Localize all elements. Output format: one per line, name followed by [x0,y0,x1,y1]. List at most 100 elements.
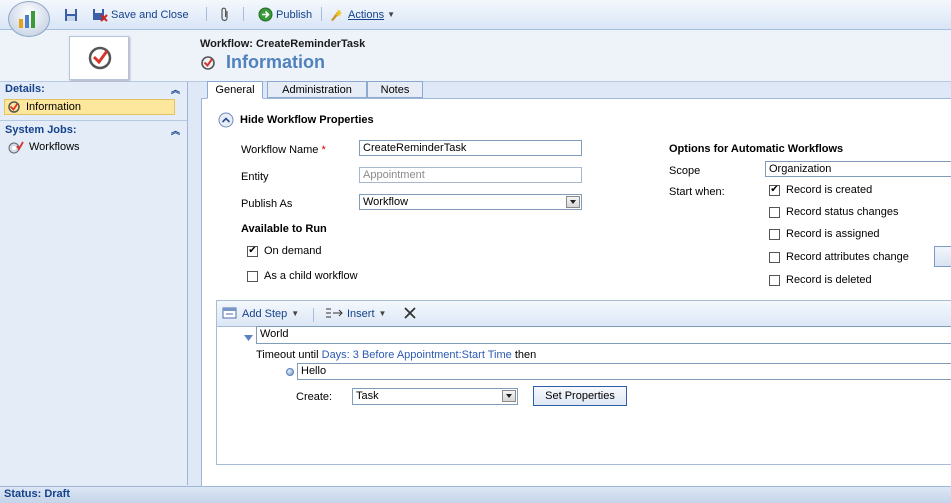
sidebar-item-label: Information [26,101,82,113]
system-jobs-section-header[interactable]: System Jobs: ︽ [0,123,187,138]
add-step-button[interactable]: Add Step ▼ [222,307,299,320]
dropdown-arrow-icon[interactable] [566,196,580,208]
dropdown-arrow-icon[interactable] [502,390,516,402]
tab-general[interactable]: General [207,81,263,99]
record-deleted-label: Record is deleted [786,274,872,286]
app-logo[interactable] [8,1,50,37]
entity-field: Appointment [359,167,582,183]
insert-icon [326,308,343,318]
insert-button[interactable]: Insert ▼ [325,307,386,320]
set-properties-button[interactable]: Set Properties [533,386,627,406]
hide-properties-label: Hide Workflow Properties [240,114,374,126]
tab-label: Administration [282,83,352,96]
add-step-icon [222,307,237,319]
form-header [0,30,951,82]
status-text: Status: Draft [4,488,71,500]
record-assigned-label: Record is assigned [786,228,880,240]
paperclip-icon [221,7,228,22]
timeout-suffix: then [514,349,537,361]
create-entity-select[interactable]: Task [352,388,518,405]
scope-select[interactable]: Organization [765,161,951,177]
logo-icon [19,11,35,28]
tab-label: Notes [380,83,410,96]
workflow-name-label: Workflow Name * [241,144,326,156]
select-attributes-button[interactable] [934,246,951,267]
tab-notes[interactable]: Notes [367,81,423,98]
information-item-icon [8,101,20,113]
available-to-run-label: Available to Run [241,223,327,235]
child-workflow-label: As a child workflow [264,270,358,282]
sidebar-item-information[interactable]: Information [4,99,175,115]
sidebar-divider [0,120,187,121]
status-bar: Status: Draft [0,486,951,503]
actions-menu[interactable]: Actions ▼ [329,6,395,23]
details-section-header[interactable]: Details: ︽ [0,82,187,97]
publish-as-select[interactable]: Workflow [359,194,582,210]
create-entity-value: Task [356,390,379,402]
step-name-field[interactable]: Hello [297,363,951,380]
sidebar-item-label: Workflows [29,141,80,153]
save-and-close-button[interactable]: Save and Close [92,6,189,23]
publish-label: Publish [276,8,313,21]
delete-x-icon [404,307,416,319]
scope-label: Scope [669,165,701,177]
entity-icon-box [69,36,129,80]
chevron-down-icon: ▼ [291,309,300,318]
auto-options-title: Options for Automatic Workflows [669,143,844,155]
record-created-checkbox[interactable]: ✔ [769,184,780,196]
add-step-label: Add Step [242,307,288,320]
timeout-link[interactable]: Days: 3 Before Appointment:Start Time [322,349,512,361]
timeout-condition: Timeout until Days: 3 Before Appointment… [256,349,536,361]
record-attributes-label: Record attributes change [786,251,909,263]
tab-label: General [215,84,255,96]
sidebar-item-workflows[interactable]: Workflows [8,140,80,154]
save-and-close-label: Save and Close [111,8,189,21]
create-label: Create: [296,391,333,403]
save-button[interactable] [64,6,78,23]
hide-properties-toggle[interactable]: Hide Workflow Properties [218,112,374,128]
record-deleted-checkbox[interactable] [769,274,780,286]
step-bullet-icon [286,368,294,376]
workflow-name-field[interactable]: CreateReminderTask [359,140,582,156]
start-created-option[interactable]: ✔ Record is created [769,184,872,196]
page-title: Information [226,52,325,72]
delete-button[interactable] [403,306,417,323]
insert-label: Insert [347,307,375,320]
record-assigned-checkbox[interactable] [769,228,780,240]
publish-icon [258,7,273,22]
stage-name-field[interactable]: World [256,326,951,344]
collapse-icon[interactable]: ︽ [171,124,180,137]
attach-button[interactable] [220,6,230,23]
start-assigned-option[interactable]: Record is assigned [769,228,880,240]
on-demand-label: On demand [264,245,322,257]
record-attributes-checkbox[interactable] [769,251,780,263]
toolbar-separator [243,7,244,21]
start-when-label: Start when: [669,186,725,198]
publish-as-label: Publish As [241,198,293,210]
chevron-down-icon: ▼ [387,10,395,19]
child-workflow-checkbox[interactable] [247,270,258,282]
save-icon [65,8,77,21]
collapse-circle-icon [218,112,234,128]
start-deleted-option[interactable]: Record is deleted [769,274,872,286]
on-demand-option[interactable]: ✔ On demand [247,245,321,257]
child-workflow-option[interactable]: As a child workflow [247,270,358,282]
timeout-prefix: Timeout until [256,349,319,361]
actions-icon [331,9,342,21]
publish-button[interactable]: Publish [258,6,312,23]
on-demand-checkbox[interactable]: ✔ [247,245,258,257]
workflows-icon [8,141,24,154]
chevron-down-icon: ▼ [378,309,387,318]
collapse-icon[interactable]: ︽ [171,83,180,96]
record-status-label: Record status changes [786,206,899,218]
start-attributes-option[interactable]: Record attributes change [769,251,909,263]
workflow-icon [88,46,112,70]
workflow-title: Workflow: CreateReminderTask [200,38,366,50]
actions-label: Actions [348,8,385,21]
details-label: Details: [5,83,45,95]
tab-administration[interactable]: Administration [267,81,367,98]
start-status-option[interactable]: Record status changes [769,206,899,218]
information-icon [200,55,216,74]
record-status-checkbox[interactable] [769,206,780,218]
stage-collapse-icon[interactable] [243,333,254,345]
